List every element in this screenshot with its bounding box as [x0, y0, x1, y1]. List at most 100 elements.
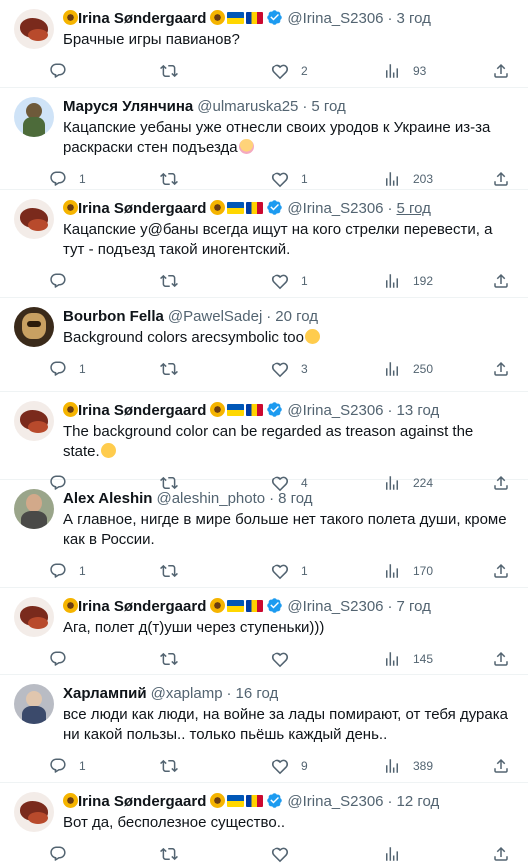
- views-count: 250: [413, 362, 434, 376]
- like-button[interactable]: 1: [271, 272, 308, 290]
- sunflower-emoji-icon: [63, 10, 78, 25]
- retweet-button[interactable]: [160, 650, 190, 668]
- retweet-icon: [160, 64, 178, 78]
- views-button[interactable]: 389: [383, 757, 433, 775]
- like-button[interactable]: 3: [271, 360, 308, 378]
- retweet-button[interactable]: [160, 757, 190, 775]
- tweet[interactable]: Irina Søndergaard @Irina_S2306 · 5 год К…: [0, 190, 528, 298]
- like-button[interactable]: [271, 650, 301, 668]
- reply-icon: [50, 171, 66, 186]
- author-name[interactable]: Irina Søndergaard: [78, 9, 206, 29]
- tweet[interactable]: Irina Søndergaard @Irina_S2306 · 13 год …: [0, 392, 528, 492]
- heart-icon: [271, 564, 289, 580]
- avatar-marusya[interactable]: [14, 97, 54, 137]
- heart-icon: [271, 759, 289, 775]
- retweet-button[interactable]: [160, 845, 190, 863]
- avatar-irina[interactable]: [14, 597, 54, 637]
- views-button[interactable]: [383, 845, 413, 863]
- tweet-time[interactable]: 13 год: [397, 401, 440, 421]
- author-name[interactable]: Харлампий: [63, 684, 147, 704]
- tweet-body: Bourbon Fella @PawelSadej · 20 год Backg…: [50, 307, 514, 391]
- like-button[interactable]: 2: [271, 62, 308, 80]
- retweet-button[interactable]: [160, 170, 190, 188]
- tweet[interactable]: Irina Søndergaard @Irina_S2306 · 3 год Б…: [0, 0, 528, 88]
- author-handle[interactable]: @Irina_S2306: [287, 597, 383, 617]
- avatar-bourbon[interactable]: [14, 307, 54, 347]
- tweet-time[interactable]: 16 год: [236, 684, 279, 704]
- author-name[interactable]: Bourbon Fella: [63, 307, 164, 327]
- share-button[interactable]: [492, 170, 510, 188]
- tweet-time[interactable]: 20 год: [275, 307, 318, 327]
- reply-button[interactable]: [49, 272, 79, 290]
- tweet[interactable]: Bourbon Fella @PawelSadej · 20 год Backg…: [0, 298, 528, 392]
- like-button[interactable]: 9: [271, 757, 308, 775]
- views-button[interactable]: 93: [383, 62, 426, 80]
- retweet-button[interactable]: [160, 562, 190, 580]
- reply-button[interactable]: 1: [49, 757, 86, 775]
- reply-button[interactable]: 1: [49, 360, 86, 378]
- share-button[interactable]: [492, 845, 510, 863]
- reply-button[interactable]: 1: [49, 562, 86, 580]
- tweet[interactable]: Маруся Улянчина @ulmaruska25 · 5 год Кац…: [0, 88, 528, 190]
- tweet-time[interactable]: 12 год: [397, 792, 440, 812]
- retweet-button[interactable]: [160, 272, 190, 290]
- author-name[interactable]: Irina Søndergaard: [78, 792, 206, 812]
- views-button[interactable]: 203: [383, 170, 433, 188]
- views-button[interactable]: 170: [383, 562, 433, 580]
- author-name[interactable]: Irina Søndergaard: [78, 597, 206, 617]
- like-button[interactable]: 1: [271, 562, 308, 580]
- author-name[interactable]: Irina Søndergaard: [78, 199, 206, 219]
- separator-dot: ·: [387, 10, 393, 27]
- author-handle[interactable]: @ulmaruska25: [197, 97, 298, 117]
- reply-button[interactable]: [49, 62, 79, 80]
- tweet[interactable]: Irina Søndergaard @Irina_S2306 · 12 год …: [0, 783, 528, 863]
- laugh-emoji-icon: [100, 443, 116, 458]
- author-handle[interactable]: @Irina_S2306: [287, 401, 383, 421]
- views-button[interactable]: 192: [383, 272, 433, 290]
- share-button[interactable]: [492, 562, 510, 580]
- moldova-flag-icon: [246, 12, 264, 24]
- share-button[interactable]: [492, 272, 510, 290]
- avatar-irina[interactable]: [14, 401, 54, 441]
- tweet[interactable]: Харлампий @xaplamp · 16 год все люди как…: [0, 675, 528, 783]
- author-handle[interactable]: @xaplamp: [151, 684, 223, 704]
- avatar-harl[interactable]: [14, 684, 54, 724]
- reply-button[interactable]: [49, 650, 79, 668]
- views-button[interactable]: 250: [383, 360, 433, 378]
- retweet-button[interactable]: [160, 62, 190, 80]
- tweet[interactable]: Alex Aleshin @aleshin_photo · 8 год А гл…: [0, 480, 528, 588]
- retweet-button[interactable]: [160, 360, 190, 378]
- like-button[interactable]: [271, 845, 301, 863]
- tweet-time[interactable]: 5 год: [311, 97, 345, 117]
- tweet-header: Харлампий @xaplamp · 16 год: [63, 684, 514, 704]
- views-button[interactable]: 145: [383, 650, 433, 668]
- tweet-time[interactable]: 7 год: [397, 597, 431, 617]
- reply-button[interactable]: 1: [49, 170, 86, 188]
- like-button[interactable]: 1: [271, 170, 308, 188]
- tweet-time[interactable]: 3 год: [397, 9, 431, 29]
- author-handle[interactable]: @Irina_S2306: [287, 9, 383, 29]
- author-handle[interactable]: @PawelSadej: [168, 307, 262, 327]
- share-button[interactable]: [492, 650, 510, 668]
- author-handle[interactable]: @Irina_S2306: [287, 792, 383, 812]
- tweet-time[interactable]: 5 год: [397, 199, 431, 219]
- avatar-irina[interactable]: [14, 792, 54, 832]
- tweet[interactable]: Irina Søndergaard @Irina_S2306 · 7 год А…: [0, 588, 528, 675]
- reply-count: 1: [79, 172, 86, 186]
- share-button[interactable]: [492, 757, 510, 775]
- verified-badge-icon: [267, 793, 283, 808]
- avatar-irina[interactable]: [14, 9, 54, 49]
- views-count: 192: [413, 274, 434, 288]
- author-name[interactable]: Alex Aleshin: [63, 489, 152, 509]
- views-icon: [386, 274, 398, 288]
- avatar-alex[interactable]: [14, 489, 54, 529]
- tweet-time[interactable]: 8 год: [278, 489, 312, 509]
- author-name[interactable]: Маруся Улянчина: [63, 97, 193, 117]
- author-handle[interactable]: @aleshin_photo: [156, 489, 265, 509]
- author-handle[interactable]: @Irina_S2306: [287, 199, 383, 219]
- avatar-irina[interactable]: [14, 199, 54, 239]
- share-button[interactable]: [492, 62, 510, 80]
- author-name[interactable]: Irina Søndergaard: [78, 401, 206, 421]
- reply-button[interactable]: [49, 845, 79, 863]
- share-button[interactable]: [492, 360, 510, 378]
